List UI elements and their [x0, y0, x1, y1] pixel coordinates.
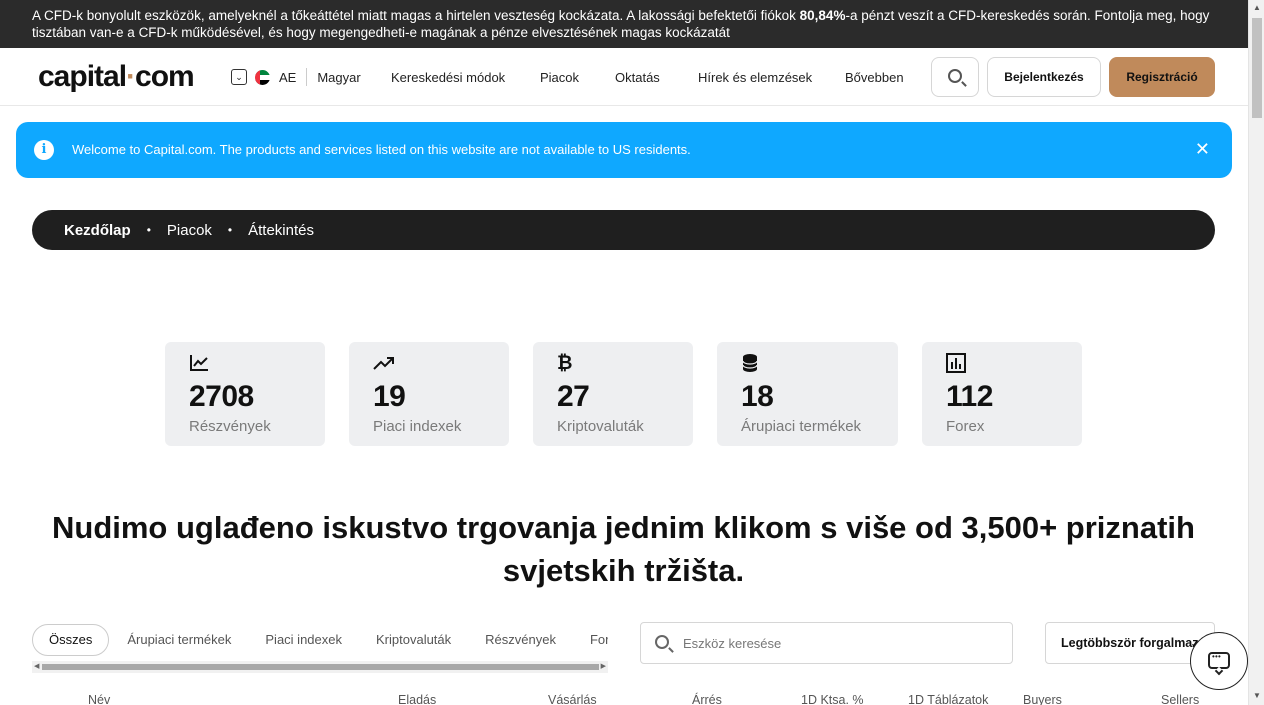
header-search-button[interactable] [931, 57, 979, 97]
page-headline: Nudimo uglađeno iskustvo trgovanja jedni… [52, 510, 1195, 588]
tab-shares[interactable]: Részvények [469, 625, 572, 657]
logo-text-left: capital [38, 60, 127, 93]
breadcrumb-home[interactable]: Kezdőlap [64, 222, 131, 239]
nav-more[interactable]: Bővebben [845, 70, 904, 85]
tab-indices[interactable]: Piaci indexek [249, 625, 358, 657]
stat-label: Kriptovaluták [557, 418, 644, 435]
coins-stack-icon [741, 352, 763, 374]
col-header-name[interactable]: Név [88, 693, 110, 705]
risk-warning-banner: A CFD-k bonyolult eszközök, amelyeknél a… [0, 0, 1248, 48]
tabs-horizontal-scrollbar[interactable]: ◀ ▶ [32, 661, 608, 673]
col-header-buyers[interactable]: Buyers [1023, 693, 1062, 705]
stat-value: 112 [946, 380, 993, 413]
trending-up-icon [373, 352, 395, 374]
breadcrumb-markets[interactable]: Piacok [167, 222, 212, 239]
col-header-sell[interactable]: Eladás [398, 693, 436, 705]
stat-value: 19 [373, 380, 406, 413]
breadcrumb-separator: • [146, 223, 151, 237]
col-header-buy[interactable]: Vásárlás [548, 693, 597, 705]
breadcrumb-separator: • [227, 223, 233, 237]
stat-label: Részvények [189, 418, 271, 435]
nav-education[interactable]: Oktatás [615, 70, 660, 85]
stat-card-commodities[interactable]: 18 Árupiaci termékek [717, 342, 898, 446]
close-icon[interactable]: ✕ [1195, 139, 1210, 160]
us-residents-notice: i Welcome to Capital.com. The products a… [16, 122, 1232, 178]
divider [306, 68, 308, 86]
nav-news-analysis[interactable]: Hírek és elemzések [698, 70, 812, 85]
stat-card-shares[interactable]: 2708 Részvények [165, 342, 325, 446]
scroll-down-arrow-icon[interactable]: ▼ [1249, 688, 1264, 704]
info-icon: i [34, 140, 54, 160]
logo-dot: · [126, 60, 136, 93]
risk-text-before: A CFD-k bonyolult eszközök, amelyeknél a… [32, 8, 800, 23]
scroll-right-arrow-icon[interactable]: ▶ [601, 661, 606, 673]
market-category-tabs: Összes Árupiaci termékek Piaci indexek Krip… [32, 624, 608, 660]
breadcrumb-overview: Áttekintés [248, 221, 314, 239]
uae-flag-icon [255, 69, 270, 85]
page-vertical-scrollbar[interactable]: ▲ ▼ [1248, 0, 1264, 705]
region-language-selector[interactable]: ⌄ AE Magyar [231, 68, 361, 86]
search-icon [948, 69, 962, 83]
asset-search-box[interactable] [640, 622, 1013, 664]
stat-value: 2708 [189, 380, 254, 413]
capital-logo[interactable]: capital·com [38, 60, 195, 94]
tab-crypto[interactable]: Kriptovaluták [360, 625, 467, 657]
tab-forex[interactable]: Forex [574, 625, 608, 657]
risk-percent: 80,84% [799, 8, 846, 23]
bitcoin-icon: ₿ [557, 351, 573, 374]
register-button[interactable]: Regisztráció [1109, 57, 1215, 97]
stat-card-forex[interactable]: 112 Forex [922, 342, 1082, 446]
line-chart-icon [189, 352, 211, 374]
logo-text-right: com [135, 60, 195, 93]
scroll-up-arrow-icon[interactable]: ▲ [1249, 0, 1264, 16]
col-header-1d-change[interactable]: 1D Ktsa. % [801, 693, 864, 705]
bar-chart-icon [946, 352, 968, 374]
tab-commodities[interactable]: Árupiaci termékek [111, 625, 247, 657]
scroll-left-arrow-icon[interactable]: ◀ [34, 661, 39, 673]
stat-label: Forex [946, 418, 985, 435]
site-header: capital·com ⌄ AE Magyar Kereskedési módo… [0, 48, 1248, 106]
login-button[interactable]: Bejelentkezés [987, 57, 1101, 97]
breadcrumb: Kezdőlap • Piacok • Áttekintés [32, 210, 1215, 250]
nav-markets[interactable]: Piacok [540, 70, 579, 85]
scrollbar-thumb[interactable] [1252, 18, 1262, 118]
region-code: AE [279, 69, 297, 85]
stat-card-indices[interactable]: 19 Piaci indexek [349, 342, 509, 446]
chevron-down-icon[interactable]: ⌄ [231, 69, 247, 85]
stat-value: 27 [557, 380, 590, 413]
notice-text: Welcome to Capital.com. The products and… [72, 142, 691, 157]
nav-trading-modes[interactable]: Kereskedési módok [391, 70, 505, 85]
chat-support-button[interactable] [1190, 632, 1248, 690]
stat-label: Piaci indexek [373, 418, 462, 435]
col-header-sellers[interactable]: Sellers [1161, 693, 1199, 705]
col-header-spread[interactable]: Árrés [692, 693, 722, 705]
tab-all[interactable]: Összes [32, 624, 110, 656]
language-label[interactable]: Magyar [317, 70, 360, 85]
col-header-1d-chart: 1D Táblázatok [908, 693, 989, 705]
stat-card-crypto[interactable]: ₿ 27 Kriptovaluták [533, 342, 693, 446]
asset-search-input[interactable] [683, 633, 983, 653]
scrollbar-thumb[interactable] [42, 664, 599, 670]
search-icon [655, 635, 669, 649]
stat-label: Árupiaci termékek [741, 418, 862, 435]
stat-value: 18 [741, 380, 774, 413]
